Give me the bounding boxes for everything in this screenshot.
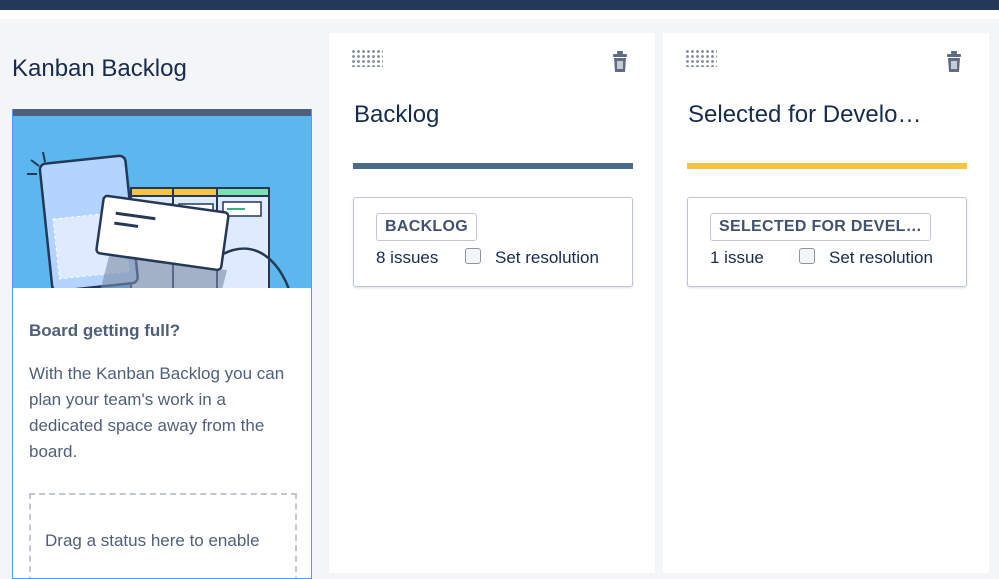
- header-strip: [0, 10, 999, 19]
- column-status-bar: [687, 163, 967, 169]
- status-card[interactable]: SELECTED FOR DEVEL… 1 issue Set resoluti…: [687, 197, 967, 287]
- column-status-bar: [353, 163, 633, 169]
- status-drop-zone[interactable]: Drag a status here to enable: [29, 493, 297, 578]
- kanban-backlog-description: With the Kanban Backlog you can plan you…: [29, 364, 285, 461]
- board-illustration: [13, 116, 311, 288]
- drag-handle-icon[interactable]: [351, 49, 383, 67]
- drop-zone-hint: Drag a status here to enable: [45, 531, 260, 550]
- column-title[interactable]: Selected for Develo…: [688, 101, 921, 129]
- kanban-backlog-title: Kanban Backlog: [12, 55, 187, 82]
- status-lozenge: BACKLOG: [376, 213, 477, 241]
- column-title[interactable]: Backlog: [354, 101, 439, 129]
- trash-icon[interactable]: [945, 51, 963, 73]
- board-getting-full-heading: Board getting full?: [29, 321, 181, 340]
- issue-count: 1 issue: [710, 248, 764, 267]
- issue-count: 8 issues: [376, 248, 439, 267]
- set-resolution-label[interactable]: Set resolution: [829, 248, 933, 268]
- set-resolution-checkbox[interactable]: [799, 248, 815, 264]
- set-resolution-checkbox[interactable]: [465, 248, 481, 264]
- column-selected-for-development[interactable]: Selected for Develo… SELECTED FOR DEVEL……: [663, 33, 989, 573]
- column-backlog[interactable]: Backlog BACKLOG 8 issues Set resolution: [329, 33, 655, 573]
- status-lozenge: SELECTED FOR DEVEL…: [710, 213, 932, 241]
- kanban-backlog-bar: [13, 109, 311, 116]
- set-resolution-label[interactable]: Set resolution: [495, 248, 599, 268]
- drag-handle-icon[interactable]: [685, 49, 717, 67]
- kanban-backlog-card: Board getting full? With the Kanban Back…: [12, 109, 312, 579]
- trash-icon[interactable]: [611, 51, 629, 73]
- top-navigation-bar: [0, 0, 999, 10]
- status-card[interactable]: BACKLOG 8 issues Set resolution: [353, 197, 633, 287]
